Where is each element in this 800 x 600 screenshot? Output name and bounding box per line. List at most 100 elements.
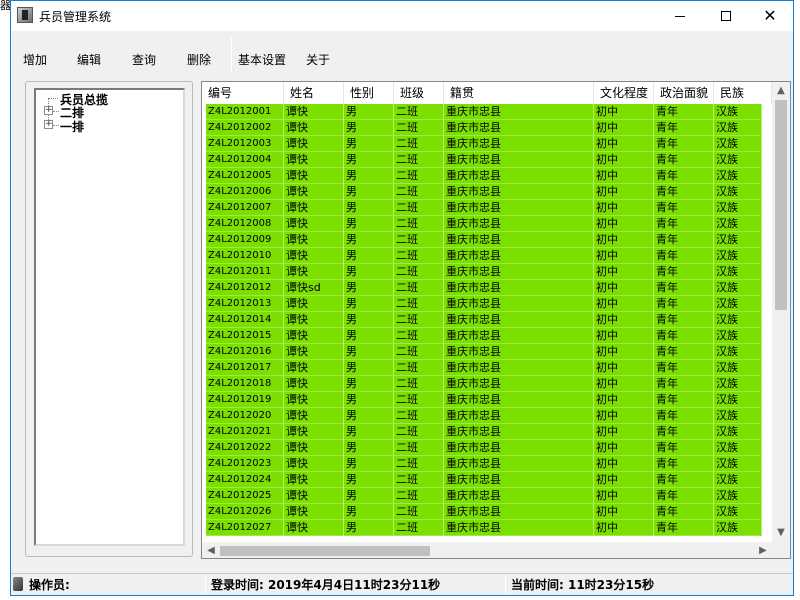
table-header: 编号 姓名 性别 班级 籍贯 文化程度 政治面貌 民族 <box>202 82 772 104</box>
table-cell: 初中 <box>594 520 654 536</box>
table-cell: 青年 <box>654 392 714 408</box>
table-row[interactable]: Z4L2012025 谭快男二班 重庆市忠县 初中 青年 汉族 <box>206 488 762 504</box>
table-row[interactable]: Z4L2012011 谭快男二班 重庆市忠县 初中 青年 汉族 <box>206 264 762 280</box>
vertical-scrollbar[interactable]: ▲ ▼ <box>772 82 790 542</box>
table-cell: 二班 <box>394 504 444 520</box>
column-header[interactable]: 编号 <box>202 82 284 104</box>
table-row[interactable]: Z4L2012016 谭快男二班 重庆市忠县 初中 青年 汉族 <box>206 344 762 360</box>
table-cell: 二班 <box>394 232 444 248</box>
close-button[interactable]: ✕ <box>747 1 793 31</box>
vertical-scroll-thumb[interactable] <box>775 100 787 310</box>
table-cell: 谭快 <box>284 184 344 200</box>
tree-connector <box>48 98 58 99</box>
table-cell: 谭快 <box>284 456 344 472</box>
table-row[interactable]: Z4L2012006 谭快男二班 重庆市忠县 初中 青年 汉族 <box>206 184 762 200</box>
table-cell: 男 <box>344 440 394 456</box>
table-row[interactable]: Z4L2012004 谭快男二班 重庆市忠县 初中 青年 汉族 <box>206 152 762 168</box>
table-row[interactable]: Z4L2012010 谭快男二班 重庆市忠县 初中 青年 汉族 <box>206 248 762 264</box>
table-cell: 汉族 <box>714 136 762 152</box>
table-row[interactable]: Z4L2012001 谭快男二班 重庆市忠县 初中 青年 汉族 <box>206 104 762 120</box>
column-header[interactable]: 姓名 <box>284 82 344 104</box>
table-cell: 重庆市忠县 <box>444 200 594 216</box>
table-row[interactable]: Z4L2012008 谭快男二班 重庆市忠县 初中 青年 汉族 <box>206 216 762 232</box>
table-cell: Z4L2012004 <box>206 152 284 168</box>
table-cell: 男 <box>344 104 394 120</box>
menu-query[interactable]: 查询 <box>132 51 156 68</box>
table-row[interactable]: Z4L2012024 谭快男二班 重庆市忠县 初中 青年 汉族 <box>206 472 762 488</box>
menu-bar: 增加 编辑 查询 删除 基本设置 关于 <box>11 45 793 67</box>
table-cell: Z4L2012010 <box>206 248 284 264</box>
column-header[interactable]: 性别 <box>344 82 394 104</box>
table-cell: 重庆市忠县 <box>444 216 594 232</box>
table-cell: Z4L2012024 <box>206 472 284 488</box>
table-row[interactable]: Z4L2012009 谭快男二班 重庆市忠县 初中 青年 汉族 <box>206 232 762 248</box>
table-cell: Z4L2012027 <box>206 520 284 536</box>
table-row[interactable]: Z4L2012012 谭快sd 男二班 重庆市忠县 初中 青年 汉族 <box>206 280 762 296</box>
table-row[interactable]: Z4L2012002 谭快男二班 重庆市忠县 初中 青年 汉族 <box>206 120 762 136</box>
table-row[interactable]: Z4L2012003 谭快男二班 重庆市忠县 初中 青年 汉族 <box>206 136 762 152</box>
minimize-button[interactable] <box>657 1 703 31</box>
horizontal-scrollbar[interactable]: ◀ ▶ <box>202 542 772 558</box>
table-row[interactable]: Z4L2012013 谭快男二班 重庆市忠县 初中 青年 汉族 <box>206 296 762 312</box>
table-row[interactable]: Z4L2012027 谭快男二班 重庆市忠县 初中 青年 汉族 <box>206 520 762 536</box>
table-cell: 男 <box>344 296 394 312</box>
table-cell: 青年 <box>654 472 714 488</box>
column-header[interactable]: 政治面貌 <box>654 82 714 104</box>
table-cell: 初中 <box>594 440 654 456</box>
expand-icon[interactable]: + <box>44 120 53 129</box>
table-row[interactable]: Z4L2012007 谭快男二班 重庆市忠县 初中 青年 汉族 <box>206 200 762 216</box>
table-cell: 初中 <box>594 280 654 296</box>
table-row[interactable]: Z4L2012019 谭快男二班 重庆市忠县 初中 青年 汉族 <box>206 392 762 408</box>
table-cell: 重庆市忠县 <box>444 104 594 120</box>
table-row[interactable]: Z4L2012015 谭快男二班 重庆市忠县 初中 青年 汉族 <box>206 328 762 344</box>
table-cell: 男 <box>344 520 394 536</box>
scroll-up-icon[interactable]: ▲ <box>772 82 790 100</box>
menu-delete[interactable]: 删除 <box>187 51 211 68</box>
menu-edit[interactable]: 编辑 <box>77 51 101 68</box>
menu-add[interactable]: 增加 <box>23 51 47 68</box>
column-header[interactable]: 文化程度 <box>594 82 654 104</box>
table-cell: 青年 <box>654 424 714 440</box>
table-cell: 男 <box>344 200 394 216</box>
column-header[interactable]: 班级 <box>394 82 444 104</box>
table-row[interactable]: Z4L2012021 谭快男二班 重庆市忠县 初中 青年 汉族 <box>206 424 762 440</box>
scroll-right-icon[interactable]: ▶ <box>754 542 772 558</box>
menu-settings[interactable]: 基本设置 <box>238 51 286 68</box>
tree-node-platoon-1[interactable]: 一排 <box>60 118 84 135</box>
column-header[interactable]: 籍贯 <box>444 82 594 104</box>
table-cell: 汉族 <box>714 280 762 296</box>
table-cell: 汉族 <box>714 216 762 232</box>
tree-view[interactable]: 兵员总揽 + 二排 + 一排 <box>34 88 185 546</box>
table-row[interactable]: Z4L2012026 谭快男二班 重庆市忠县 初中 青年 汉族 <box>206 504 762 520</box>
table-cell: 男 <box>344 504 394 520</box>
table-cell: 汉族 <box>714 472 762 488</box>
table-row[interactable]: Z4L2012014 谭快男二班 重庆市忠县 初中 青年 汉族 <box>206 312 762 328</box>
table-cell: 谭快 <box>284 504 344 520</box>
table-row[interactable]: Z4L2012018 谭快男二班 重庆市忠县 初中 青年 汉族 <box>206 376 762 392</box>
table-row[interactable]: Z4L2012017 谭快男二班 重庆市忠县 初中 青年 汉族 <box>206 360 762 376</box>
maximize-button[interactable] <box>703 1 749 31</box>
table-cell: 男 <box>344 232 394 248</box>
soldier-table[interactable]: 编号 姓名 性别 班级 籍贯 文化程度 政治面貌 民族 Z4L2012001 谭快… <box>201 81 791 559</box>
table-cell: 青年 <box>654 328 714 344</box>
table-cell: 二班 <box>394 456 444 472</box>
horizontal-scroll-thumb[interactable] <box>220 546 430 556</box>
scroll-left-icon[interactable]: ◀ <box>202 542 220 558</box>
close-icon: ✕ <box>763 6 777 25</box>
table-cell: 初中 <box>594 104 654 120</box>
expand-icon[interactable]: + <box>44 106 53 115</box>
table-row[interactable]: Z4L2012023 谭快男二班 重庆市忠县 初中 青年 汉族 <box>206 456 762 472</box>
table-cell: 二班 <box>394 152 444 168</box>
table-cell: 二班 <box>394 216 444 232</box>
table-row[interactable]: Z4L2012020 谭快男二班 重庆市忠县 初中 青年 汉族 <box>206 408 762 424</box>
column-header[interactable]: 民族 <box>714 82 772 104</box>
table-cell: 二班 <box>394 488 444 504</box>
table-cell: 初中 <box>594 456 654 472</box>
scroll-down-icon[interactable]: ▼ <box>772 524 790 542</box>
table-cell: 重庆市忠县 <box>444 296 594 312</box>
table-row[interactable]: Z4L2012022 谭快男二班 重庆市忠县 初中 青年 汉族 <box>206 440 762 456</box>
table-cell: 汉族 <box>714 264 762 280</box>
menu-about[interactable]: 关于 <box>306 51 330 68</box>
table-row[interactable]: Z4L2012005 谭快男二班 重庆市忠县 初中 青年 汉族 <box>206 168 762 184</box>
table-cell: 重庆市忠县 <box>444 456 594 472</box>
